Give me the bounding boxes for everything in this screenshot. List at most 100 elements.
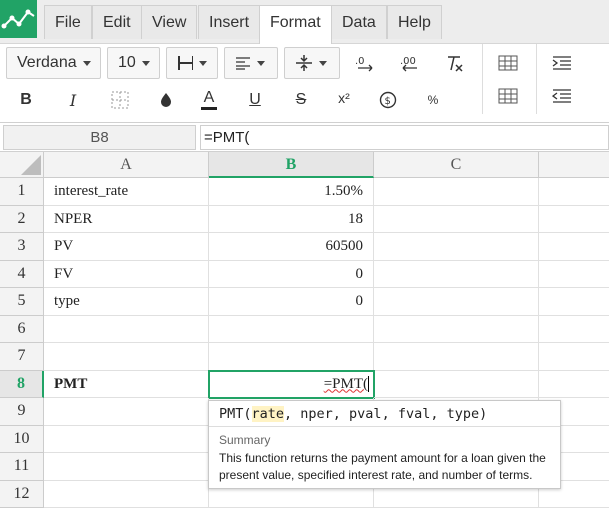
menu-file[interactable]: File [44,5,92,39]
row-header[interactable]: 11 [0,453,44,481]
strikethrough-button[interactable]: S [289,88,313,112]
cell-b[interactable]: 18 [209,205,374,233]
table-format-icon[interactable] [496,84,520,108]
row-header[interactable]: 9 [0,398,44,426]
cell-a[interactable] [44,343,209,371]
percent-button[interactable]: % [421,88,445,112]
formula-bar: B8 =PMT( [0,122,609,152]
select-all-corner[interactable] [0,152,44,178]
cell-a[interactable] [44,453,209,481]
row-header[interactable]: 5 [0,288,44,316]
function-tooltip: PMT(rate, nper, pval, fval, type) Summar… [208,400,561,489]
cell-c[interactable] [374,205,539,233]
menu-view[interactable]: View [141,5,198,39]
cell-a[interactable] [44,398,209,426]
cell-a[interactable]: PMT [44,370,209,398]
function-name: PMT( [219,406,252,422]
cell-b[interactable] [209,315,374,343]
cell-d[interactable] [539,178,609,206]
svg-text:.0: .0 [355,56,365,67]
cell-b[interactable]: 0 [209,260,374,288]
menu-help[interactable]: Help [387,5,442,39]
cell-d[interactable] [539,371,609,398]
svg-text:$: $ [385,96,391,107]
cell-d[interactable] [539,288,609,316]
cell-c[interactable] [374,315,539,343]
menu-insert[interactable]: Insert [198,5,261,39]
italic-button[interactable]: I [61,88,85,112]
cell-c[interactable] [374,343,539,371]
indent-increase-icon[interactable] [550,51,574,75]
currency-icon[interactable]: $ [376,88,400,112]
row-header[interactable]: 7 [0,343,44,371]
cell-a[interactable]: interest_rate [44,178,209,206]
clear-formatting-icon[interactable] [443,51,467,75]
row-header[interactable]: 2 [0,205,44,233]
cell-c[interactable] [374,370,539,398]
cell-a[interactable]: type [44,288,209,316]
cell-b[interactable] [209,343,374,371]
cell-a[interactable]: PV [44,233,209,261]
function-description: This function returns the payment amount… [219,451,546,482]
cell-d[interactable] [539,343,609,371]
cell-a[interactable]: NPER [44,205,209,233]
column-header-a[interactable]: A [44,152,209,178]
cell-b[interactable]: 1.50% [209,178,374,206]
superscript-button[interactable]: x² [332,86,356,110]
cell-c[interactable] [374,288,539,316]
bold-button[interactable]: B [14,88,38,112]
row-header[interactable]: 4 [0,260,44,288]
borders-none-icon[interactable] [108,88,132,112]
row-header[interactable]: 10 [0,425,44,453]
row-header[interactable]: 8 [0,370,44,398]
toolbar-separator [482,44,483,114]
cell-a[interactable]: FV [44,260,209,288]
borders-dropdown[interactable] [166,47,218,79]
vertical-align-dropdown[interactable] [284,47,340,79]
font-family-value: Verdana [17,54,77,71]
cell-a[interactable] [44,315,209,343]
cell-c[interactable] [374,260,539,288]
cell-b[interactable]: 0 [209,288,374,316]
cell-a[interactable] [44,480,209,508]
row-header[interactable]: 3 [0,233,44,261]
fill-color-icon[interactable] [154,88,178,112]
row-header[interactable]: 1 [0,178,44,206]
cell-a[interactable] [44,425,209,453]
row-header[interactable]: 12 [0,480,44,508]
decrease-decimal-icon[interactable]: .0 [353,51,377,75]
menu-format[interactable]: Format [259,5,332,45]
chevron-down-icon [82,60,91,66]
increase-decimal-icon[interactable]: .00 [398,51,422,75]
align-dropdown[interactable] [224,47,278,79]
cell-d[interactable] [539,206,609,233]
font-color-button[interactable]: A [197,88,221,112]
active-cell-b8[interactable]: =PMT( [208,369,375,399]
column-header-d[interactable] [539,152,609,178]
font-size-value: 10 [118,54,136,71]
font-family-dropdown[interactable]: Verdana [6,47,101,79]
chevron-down-icon [141,60,150,66]
underline-button[interactable]: U [243,88,267,112]
chevron-down-icon [319,60,327,66]
cell-c[interactable] [374,233,539,261]
indent-decrease-icon[interactable] [550,84,574,108]
menu-bar: File Edit View Insert Format Data Help [0,0,609,45]
name-box[interactable]: B8 [3,125,196,150]
font-color-swatch [201,107,217,110]
cell-c[interactable] [374,178,539,206]
cell-d[interactable] [539,233,609,261]
column-header-b[interactable]: B [209,152,374,178]
row-header[interactable]: 6 [0,315,44,343]
menu-data[interactable]: Data [331,5,387,39]
formula-input[interactable]: =PMT( [200,125,609,150]
cell-b[interactable]: 60500 [209,233,374,261]
cell-d[interactable] [539,261,609,288]
font-color-letter: A [203,89,215,106]
font-size-dropdown[interactable]: 10 [107,47,160,79]
menu-edit[interactable]: Edit [92,5,142,39]
chevron-down-icon [199,60,207,66]
cell-d[interactable] [539,316,609,343]
insert-table-icon[interactable] [496,51,520,75]
column-header-c[interactable]: C [374,152,539,178]
